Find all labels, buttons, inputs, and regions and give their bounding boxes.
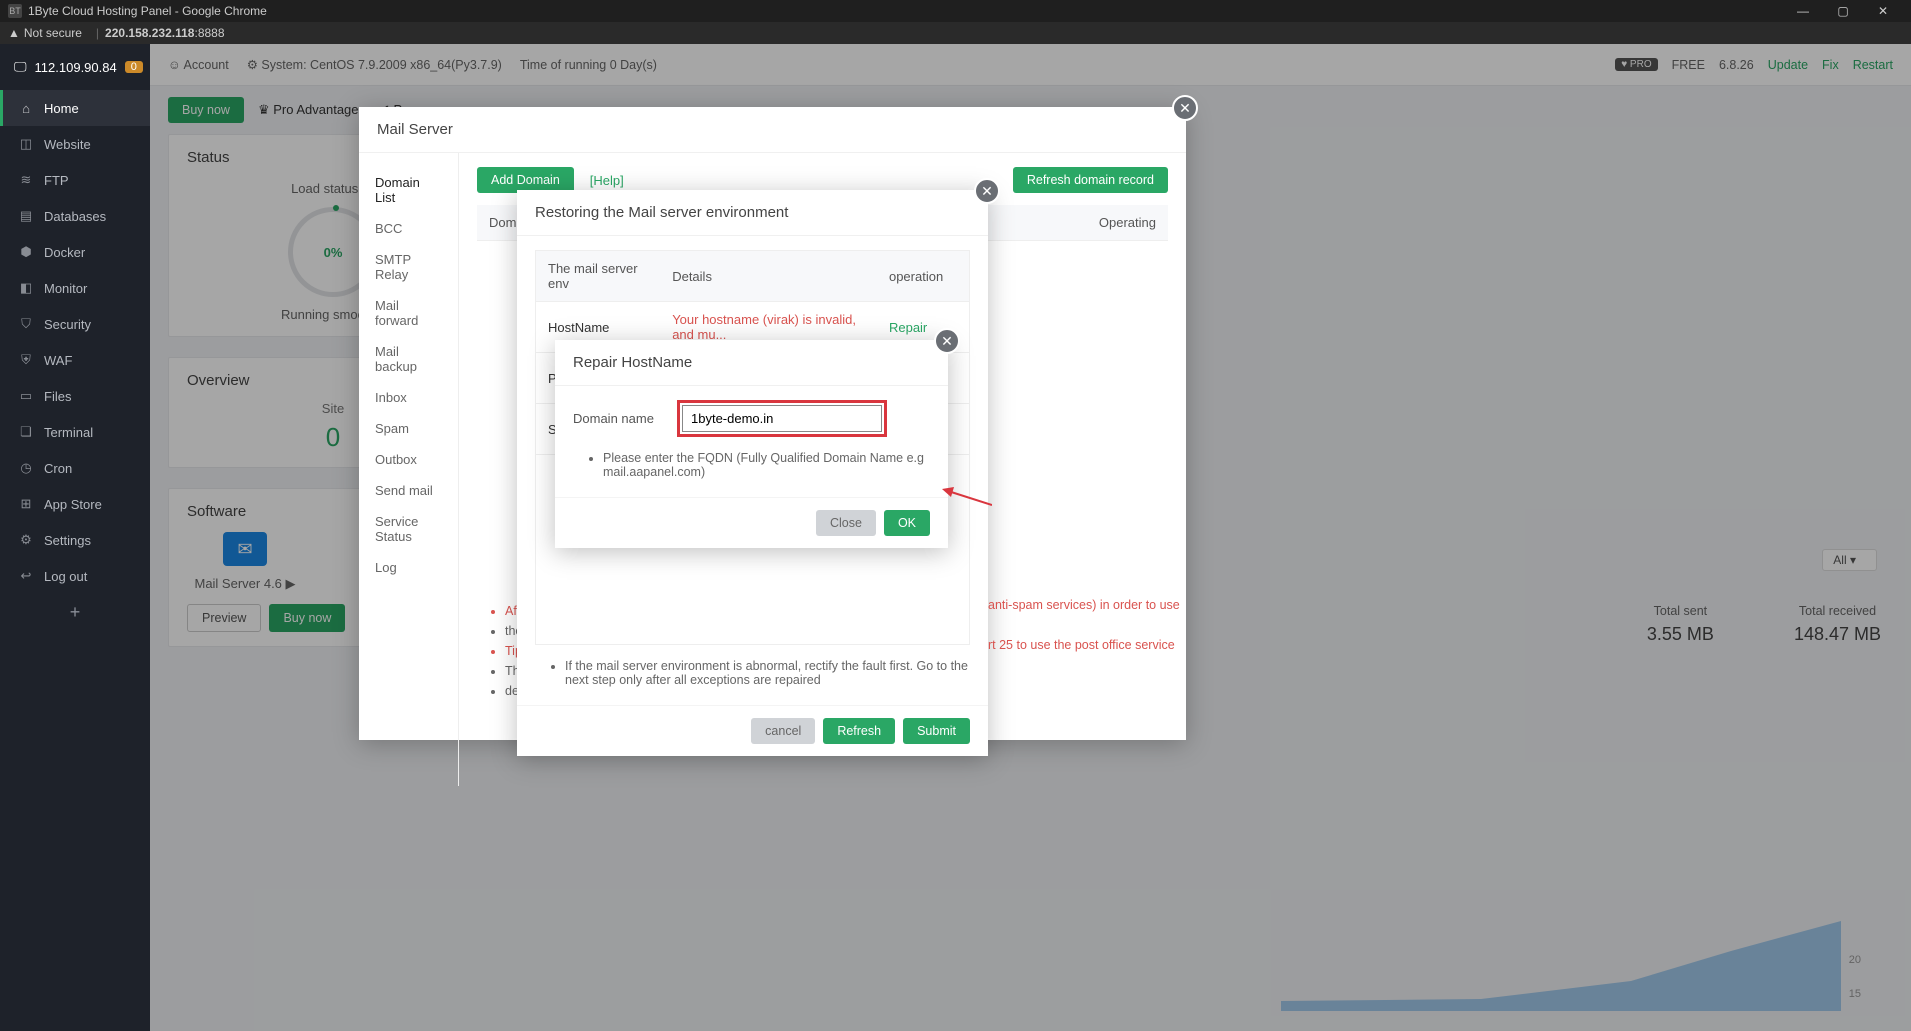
nav-item-home[interactable]: ⌂ Home bbox=[0, 90, 150, 126]
url-host[interactable]: 220.158.232.118:8888 bbox=[105, 26, 224, 40]
ms-tab-smtp-relay[interactable]: SMTP Relay bbox=[359, 244, 458, 290]
domain-name-input[interactable] bbox=[682, 405, 882, 432]
col-env: The mail server env bbox=[536, 251, 661, 302]
nav-icon: ⛨ bbox=[18, 352, 34, 368]
close-button[interactable]: Close bbox=[816, 510, 876, 536]
nav-item-waf[interactable]: ⛨ WAF bbox=[0, 342, 150, 378]
hint-peek-2: rt 25 to use the post office service bbox=[988, 638, 1175, 652]
nav-icon: ❏ bbox=[18, 424, 34, 440]
nav-item-docker[interactable]: ⬢ Docker bbox=[0, 234, 150, 270]
sidebar: 🖵 112.109.90.84 0 ⌂ Home ◫ Website ≋ FTP ▤ Data… bbox=[0, 44, 150, 1031]
ms-tab-mail-backup[interactable]: Mail backup bbox=[359, 336, 458, 382]
ms-tab-domain-list[interactable]: Domain List bbox=[359, 167, 458, 213]
ms-tab-send-mail[interactable]: Send mail bbox=[359, 475, 458, 506]
nav-item-cron[interactable]: ◷ Cron bbox=[0, 450, 150, 486]
ms-tab-service-status[interactable]: Service Status bbox=[359, 506, 458, 552]
mail-server-title: Mail Server ✕ bbox=[359, 107, 1186, 153]
ms-tab-log[interactable]: Log bbox=[359, 552, 458, 583]
hint-peek-1: anti-spam services) in order to use bbox=[988, 598, 1180, 612]
ms-tab-bcc[interactable]: BCC bbox=[359, 213, 458, 244]
add-nav-item[interactable]: + bbox=[0, 594, 150, 631]
nav-label: Terminal bbox=[44, 425, 93, 440]
ok-button[interactable]: OK bbox=[884, 510, 930, 536]
restore-note: If the mail server environment is abnorm… bbox=[535, 645, 970, 691]
nav-label: Monitor bbox=[44, 281, 87, 296]
nav-icon: ⛉ bbox=[18, 316, 34, 332]
col-details: Details bbox=[660, 251, 877, 302]
nav-item-databases[interactable]: ▤ Databases bbox=[0, 198, 150, 234]
nav-icon: ⌂ bbox=[18, 101, 34, 116]
window-title: 1Byte Cloud Hosting Panel - Google Chrom… bbox=[28, 4, 267, 18]
col-operation: operation bbox=[877, 251, 970, 302]
nav-label: Home bbox=[44, 101, 79, 116]
ms-tab-spam[interactable]: Spam bbox=[359, 413, 458, 444]
server-ip: 112.109.90.84 bbox=[35, 60, 117, 75]
close-icon[interactable]: ✕ bbox=[1172, 95, 1198, 121]
ms-tab-mail-forward[interactable]: Mail forward bbox=[359, 290, 458, 336]
submit-button[interactable]: Submit bbox=[903, 718, 970, 744]
nav-item-ftp[interactable]: ≋ FTP bbox=[0, 162, 150, 198]
nav-label: Databases bbox=[44, 209, 106, 224]
repair-hostname-modal: Repair HostName ✕ Domain name Please ent… bbox=[555, 340, 948, 548]
annotation-arrow bbox=[942, 487, 992, 507]
nav-label: Docker bbox=[44, 245, 85, 260]
nav-label: FTP bbox=[44, 173, 69, 188]
browser-titlebar: BT 1Byte Cloud Hosting Panel - Google Ch… bbox=[0, 0, 1911, 22]
not-secure-indicator[interactable]: ▲ Not secure bbox=[8, 26, 82, 40]
nav-item-website[interactable]: ◫ Website bbox=[0, 126, 150, 162]
minimize-button[interactable]: — bbox=[1783, 4, 1823, 18]
nav-icon: ▭ bbox=[18, 388, 34, 404]
nav-icon: ▤ bbox=[18, 208, 34, 224]
nav-label: WAF bbox=[44, 353, 72, 368]
nav-icon: ◫ bbox=[18, 136, 34, 152]
nav-icon: ⬢ bbox=[18, 244, 34, 260]
nav-icon: ⊞ bbox=[18, 496, 34, 512]
nav-icon: ◧ bbox=[18, 280, 34, 296]
alert-count-badge[interactable]: 0 bbox=[125, 61, 143, 73]
mail-server-tabs: Domain ListBCCSMTP RelayMail forwardMail… bbox=[359, 153, 459, 786]
ms-tab-outbox[interactable]: Outbox bbox=[359, 444, 458, 475]
nav-icon: ◷ bbox=[18, 460, 34, 476]
help-link[interactable]: [Help] bbox=[590, 173, 624, 188]
close-icon[interactable]: ✕ bbox=[934, 328, 960, 354]
repair-hostname-title: Repair HostName ✕ bbox=[555, 340, 948, 386]
nav-label: Website bbox=[44, 137, 91, 152]
nav-item-security[interactable]: ⛉ Security bbox=[0, 306, 150, 342]
nav-item-monitor[interactable]: ◧ Monitor bbox=[0, 270, 150, 306]
nav-item-log-out[interactable]: ↩ Log out bbox=[0, 558, 150, 594]
nav-label: App Store bbox=[44, 497, 102, 512]
close-window-button[interactable]: ✕ bbox=[1863, 4, 1903, 18]
nav-icon: ⚙ bbox=[18, 532, 34, 548]
nav-item-terminal[interactable]: ❏ Terminal bbox=[0, 414, 150, 450]
nav-item-settings[interactable]: ⚙ Settings bbox=[0, 522, 150, 558]
restore-env-title: Restoring the Mail server environment ✕ bbox=[517, 190, 988, 236]
nav-item-files[interactable]: ▭ Files bbox=[0, 378, 150, 414]
nav-label: Files bbox=[44, 389, 71, 404]
nav-label: Settings bbox=[44, 533, 91, 548]
close-icon[interactable]: ✕ bbox=[974, 178, 1000, 204]
nav-item-app-store[interactable]: ⊞ App Store bbox=[0, 486, 150, 522]
ms-tab-inbox[interactable]: Inbox bbox=[359, 382, 458, 413]
sidebar-header: 🖵 112.109.90.84 0 bbox=[0, 44, 150, 90]
nav-label: Cron bbox=[44, 461, 72, 476]
nav-icon: ↩ bbox=[18, 568, 34, 584]
browser-addressbar: ▲ Not secure | 220.158.232.118:8888 bbox=[0, 22, 1911, 44]
nav-icon: ≋ bbox=[18, 172, 34, 188]
nav-label: Log out bbox=[44, 569, 87, 584]
fqdn-hint: Please enter the FQDN (Fully Qualified D… bbox=[603, 451, 930, 479]
monitor-icon: 🖵 bbox=[14, 59, 27, 75]
domain-name-label: Domain name bbox=[573, 411, 663, 426]
maximize-button[interactable]: ▢ bbox=[1823, 4, 1863, 18]
favicon: BT bbox=[8, 4, 22, 18]
nav-label: Security bbox=[44, 317, 91, 332]
refresh-button[interactable]: Refresh bbox=[823, 718, 895, 744]
cancel-button[interactable]: cancel bbox=[751, 718, 815, 744]
domain-name-input-highlight bbox=[677, 400, 887, 437]
refresh-domain-record-button[interactable]: Refresh domain record bbox=[1013, 167, 1168, 193]
